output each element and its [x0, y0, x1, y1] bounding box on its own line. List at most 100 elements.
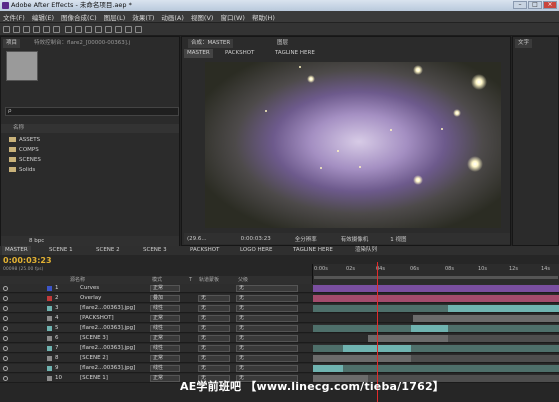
col-t[interactable]: T	[189, 276, 192, 284]
layer-color-label[interactable]	[47, 376, 52, 381]
menu-help[interactable]: 帮助(H)	[252, 12, 275, 22]
col-mode[interactable]: 模式	[152, 276, 162, 284]
visibility-eye-icon[interactable]	[3, 356, 8, 361]
layer-name[interactable]: [flare2...00363].jpg]	[80, 344, 135, 353]
layer-row[interactable]: 6 [SCENE 3] 正常 无无	[0, 334, 559, 343]
menu-view[interactable]: 视图(V)	[191, 12, 214, 22]
layer-color-label[interactable]	[47, 366, 52, 371]
layer-duration-bar[interactable]	[411, 325, 448, 332]
blend-mode-select[interactable]: 叠加	[150, 295, 180, 302]
col-parent[interactable]: 父级	[238, 276, 248, 284]
nav-master[interactable]: MASTER	[184, 49, 213, 58]
layer-name[interactable]: [SCENE 2]	[80, 354, 108, 363]
viewer-timecode[interactable]: 0:00:03:23	[241, 236, 271, 242]
project-search-input[interactable]: ρ	[5, 107, 179, 116]
timeline-timecode[interactable]: 0:00:03:23	[3, 256, 52, 265]
mask-tool-icon[interactable]	[65, 26, 72, 33]
minimize-button[interactable]: –	[513, 1, 527, 9]
layer-duration-bar[interactable]	[413, 315, 559, 322]
bpc-label[interactable]: 8 bpc	[29, 238, 44, 244]
zoom-select[interactable]: (29.6...	[187, 236, 207, 242]
tab-composition-master[interactable]: 合成：MASTER	[188, 39, 234, 48]
blend-mode-select[interactable]: 正常	[150, 355, 180, 362]
layer-name[interactable]: [PACKSHOT]	[80, 314, 114, 323]
camera-select[interactable]: 有效摄像机	[341, 235, 369, 243]
visibility-eye-icon[interactable]	[3, 306, 8, 311]
tab-character[interactable]: 文字	[515, 39, 533, 48]
parent-select[interactable]: 无	[236, 345, 298, 352]
layer-color-label[interactable]	[47, 286, 52, 291]
layer-row[interactable]: 2 Overlay 叠加 无无	[0, 294, 559, 303]
layer-name[interactable]: [flare2...00363].jpg]	[80, 364, 135, 373]
layer-color-label[interactable]	[47, 356, 52, 361]
visibility-eye-icon[interactable]	[3, 346, 8, 351]
rotate-tool-icon[interactable]	[33, 26, 40, 33]
layer-row[interactable]: 8 [SCENE 2] 正常 无无	[0, 354, 559, 363]
parent-select[interactable]: 无	[236, 305, 298, 312]
blend-mode-select[interactable]: 线性	[150, 325, 180, 332]
project-column-name[interactable]: 名称	[1, 124, 179, 133]
visibility-eye-icon[interactable]	[3, 326, 8, 331]
layer-name[interactable]: [flare2...00363].jpg]	[80, 324, 135, 333]
puppet-tool-icon[interactable]	[135, 26, 142, 33]
layer-row[interactable]: 4 [PACKSHOT] 正常 无无	[0, 314, 559, 323]
camera-tool-icon[interactable]	[43, 26, 50, 33]
views-select[interactable]: 1 视图	[390, 235, 406, 243]
tab-logo-here[interactable]: LOGO HERE	[237, 246, 275, 255]
layer-color-label[interactable]	[47, 306, 52, 311]
blend-mode-select[interactable]: 正常	[150, 375, 180, 382]
track-matte-select[interactable]: 无	[198, 335, 230, 342]
tab-effect-controls[interactable]: 特效控制台：flare2_[00000-00363].j	[31, 39, 133, 48]
col-source-name[interactable]: 源名称	[70, 276, 85, 284]
layer-color-label[interactable]	[47, 346, 52, 351]
brush-tool-icon[interactable]	[95, 26, 102, 33]
hand-tool-icon[interactable]	[13, 26, 20, 33]
menu-composition[interactable]: 图像合成(C)	[61, 12, 97, 22]
text-tool-icon[interactable]	[85, 26, 92, 33]
layer-duration-bar[interactable]	[343, 365, 559, 372]
visibility-eye-icon[interactable]	[3, 286, 8, 291]
visibility-eye-icon[interactable]	[3, 296, 8, 301]
layer-duration-bar[interactable]	[411, 355, 559, 362]
layer-duration-bar[interactable]	[368, 335, 448, 342]
parent-select[interactable]: 无	[236, 315, 298, 322]
parent-select[interactable]: 无	[236, 365, 298, 372]
layer-color-label[interactable]	[47, 316, 52, 321]
blend-mode-select[interactable]: 线性	[150, 345, 180, 352]
layer-row[interactable]: 5 [flare2...00363].jpg] 线性 无无	[0, 324, 559, 333]
layer-name[interactable]: [SCENE 1]	[80, 374, 108, 383]
layer-name[interactable]: Curves	[80, 284, 99, 293]
selection-tool-icon[interactable]	[3, 26, 10, 33]
menu-window[interactable]: 窗口(W)	[220, 12, 245, 22]
tab-scene-3[interactable]: SCENE 3	[140, 246, 170, 255]
layer-duration-bar[interactable]	[448, 325, 559, 332]
layer-duration-bar[interactable]	[313, 345, 343, 352]
layer-duration-bar[interactable]	[448, 335, 559, 342]
project-item-scenes[interactable]: SCENES	[3, 156, 163, 165]
layer-name[interactable]: [SCENE 3]	[80, 334, 108, 343]
blend-mode-select[interactable]: 正常	[150, 315, 180, 322]
visibility-eye-icon[interactable]	[3, 336, 8, 341]
track-matte-select[interactable]: 无	[198, 305, 230, 312]
pen-tool-icon[interactable]	[75, 26, 82, 33]
layer-row[interactable]: 1 Curves 正常 无	[0, 284, 559, 293]
blend-mode-select[interactable]: 线性	[150, 305, 180, 312]
roto-brush-tool-icon[interactable]	[125, 26, 132, 33]
track-matte-select[interactable]: 无	[198, 345, 230, 352]
blend-mode-select[interactable]: 线性	[150, 365, 180, 372]
project-item-comps[interactable]: COMPS	[3, 146, 163, 155]
menu-file[interactable]: 文件(F)	[3, 12, 25, 22]
layer-name[interactable]: [flare2...00363].jpg]	[80, 304, 135, 313]
tab-scene-2[interactable]: SCENE 2	[93, 246, 123, 255]
project-item-solids[interactable]: Solids	[3, 166, 163, 175]
layer-row[interactable]: 3 [flare2...00363].jpg] 线性 无无	[0, 304, 559, 313]
menu-layer[interactable]: 图层(L)	[104, 12, 126, 22]
visibility-eye-icon[interactable]	[3, 376, 8, 381]
track-matte-select[interactable]: 无	[198, 365, 230, 372]
col-trkmat[interactable]: 轨道蒙板	[199, 276, 219, 284]
eraser-tool-icon[interactable]	[115, 26, 122, 33]
tab-packshot[interactable]: PACKSHOT	[187, 246, 222, 255]
zoom-tool-icon[interactable]	[23, 26, 30, 33]
nav-tagline[interactable]: TAGLINE HERE	[272, 49, 318, 58]
layer-duration-bar[interactable]	[313, 365, 343, 372]
